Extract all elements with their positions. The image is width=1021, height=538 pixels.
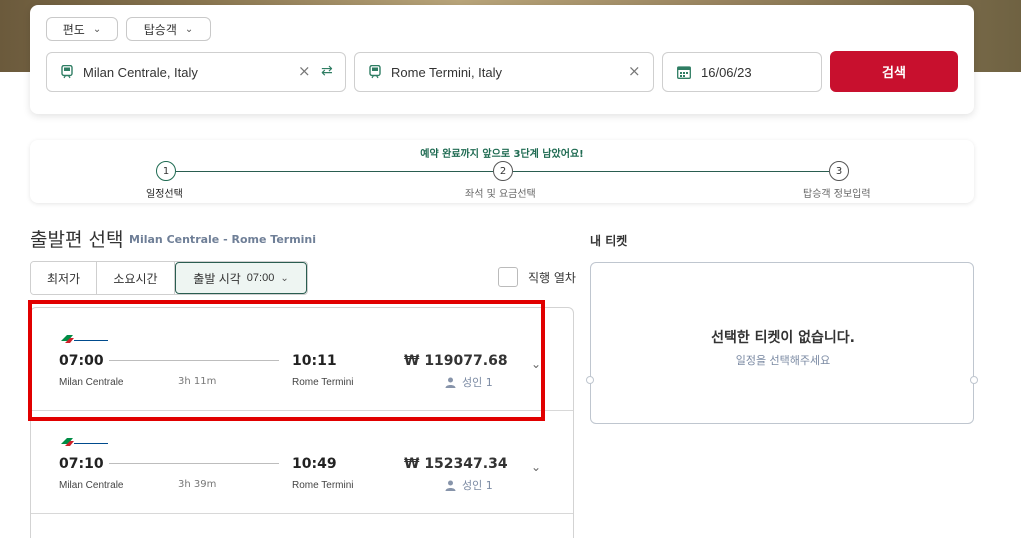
sort-options: 최저가 소요시간 출발 시각 07:00 ⌄ xyxy=(30,261,308,295)
step-2-indicator: 2 xyxy=(493,161,513,181)
step-1-label: 일정선택 xyxy=(146,189,183,200)
passengers-label: 탑승객 xyxy=(143,22,177,37)
fare-price: ₩ 152347.34 xyxy=(404,456,508,472)
departure-route: Milan Centrale - Rome Termini xyxy=(129,233,317,246)
clear-origin-icon[interactable]: × xyxy=(298,62,311,80)
progress-message: 예약 완료까지 앞으로 3단계 남았어요! xyxy=(420,149,584,160)
arrive-time: 10:11 xyxy=(292,353,337,369)
date-field[interactable]: 16/06/23 xyxy=(662,52,822,92)
chevron-down-icon: ⌄ xyxy=(280,272,289,284)
direct-only-filter[interactable]: 직행 열차 xyxy=(498,267,576,287)
destination-value: Rome Termini, Italy xyxy=(391,64,503,80)
results-list: 07:00 Milan Centrale 3h 11m 10:11 Rome T… xyxy=(30,307,574,538)
departure-time-label: 출발 시각 xyxy=(193,271,241,286)
sort-cheapest-button[interactable]: 최저가 xyxy=(31,262,97,294)
swap-icon[interactable]: ⇄ xyxy=(321,63,333,79)
ticket-notch xyxy=(970,376,978,384)
result-row[interactable]: 07:10 Milan Centrale 3h 39m 10:49 Rome T… xyxy=(31,411,573,514)
arrive-station: Rome Termini xyxy=(292,377,354,388)
depart-station: Milan Centrale xyxy=(59,377,124,388)
sort-duration-button[interactable]: 소요시간 xyxy=(97,262,175,294)
origin-field[interactable]: Milan Centrale, Italy × ⇄ xyxy=(46,52,346,92)
depart-station: Milan Centrale xyxy=(59,480,124,491)
chevron-down-icon: ⌄ xyxy=(92,23,102,35)
chevron-down-icon[interactable]: ⌄ xyxy=(531,460,541,474)
step-2-label: 좌석 및 요금선택 xyxy=(465,189,536,200)
passenger-label: 성인 1 xyxy=(462,376,493,389)
my-ticket-panel: 선택한 티켓이 없습니다. 일정을 선택해주세요 xyxy=(586,262,978,424)
person-icon xyxy=(445,377,456,388)
person-icon xyxy=(445,480,456,491)
step-3-label: 탑승객 정보입력 xyxy=(803,189,871,200)
trip-type-label: 편도 xyxy=(62,22,85,37)
booking-progress: 예약 완료까지 앞으로 3단계 남았어요! 1 2 3 일정선택 좌석 및 요금… xyxy=(30,140,974,203)
arrive-time: 10:49 xyxy=(292,456,337,472)
trip-duration: 3h 11m xyxy=(178,376,217,387)
chevron-down-icon[interactable]: ⌄ xyxy=(531,357,541,371)
step-1-indicator: 1 xyxy=(156,161,176,181)
chevron-down-icon: ⌄ xyxy=(184,23,194,35)
train-icon xyxy=(61,65,73,79)
clear-destination-icon[interactable]: × xyxy=(628,62,641,80)
search-card: 편도 ⌄ 탑승객 ⌄ Milan Centrale, Italy × ⇄ Rom… xyxy=(30,5,974,114)
ticket-empty-message: 선택한 티켓이 없습니다. xyxy=(711,330,855,346)
direct-only-checkbox[interactable] xyxy=(498,267,518,287)
departure-title: 출발편 선택 xyxy=(30,229,124,251)
my-ticket-title: 내 티켓 xyxy=(590,234,628,248)
ticket-notch xyxy=(586,376,594,384)
sort-departure-time-dropdown[interactable]: 출발 시각 07:00 ⌄ xyxy=(175,262,307,294)
step-3-indicator: 3 xyxy=(829,161,849,181)
date-value: 16/06/23 xyxy=(701,64,752,80)
progress-line xyxy=(176,171,493,172)
progress-line xyxy=(513,171,829,172)
depart-time: 07:10 xyxy=(59,456,104,472)
trenitalia-logo xyxy=(61,335,108,343)
ticket-hint: 일정을 선택해주세요 xyxy=(735,354,831,367)
train-icon xyxy=(369,65,381,79)
departure-time-value: 07:00 xyxy=(246,272,275,284)
passenger-label: 성인 1 xyxy=(462,479,493,492)
route-line xyxy=(109,360,279,361)
trenitalia-logo xyxy=(61,438,108,446)
passenger-count: 성인 1 xyxy=(445,374,493,390)
destination-field[interactable]: Rome Termini, Italy × xyxy=(354,52,654,92)
trip-type-dropdown[interactable]: 편도 ⌄ xyxy=(46,17,118,41)
search-button[interactable]: 검색 xyxy=(830,51,958,92)
route-line xyxy=(109,463,279,464)
passenger-count: 성인 1 xyxy=(445,477,493,493)
arrive-station: Rome Termini xyxy=(292,480,354,491)
result-row[interactable]: 07:00 Milan Centrale 3h 11m 10:11 Rome T… xyxy=(31,308,573,411)
direct-only-label: 직행 열차 xyxy=(528,270,576,285)
trip-duration: 3h 39m xyxy=(178,479,217,490)
depart-time: 07:00 xyxy=(59,353,104,369)
origin-value: Milan Centrale, Italy xyxy=(83,64,198,80)
calendar-icon xyxy=(677,66,691,79)
fare-price: ₩ 119077.68 xyxy=(404,353,508,369)
passengers-dropdown[interactable]: 탑승객 ⌄ xyxy=(126,17,211,41)
